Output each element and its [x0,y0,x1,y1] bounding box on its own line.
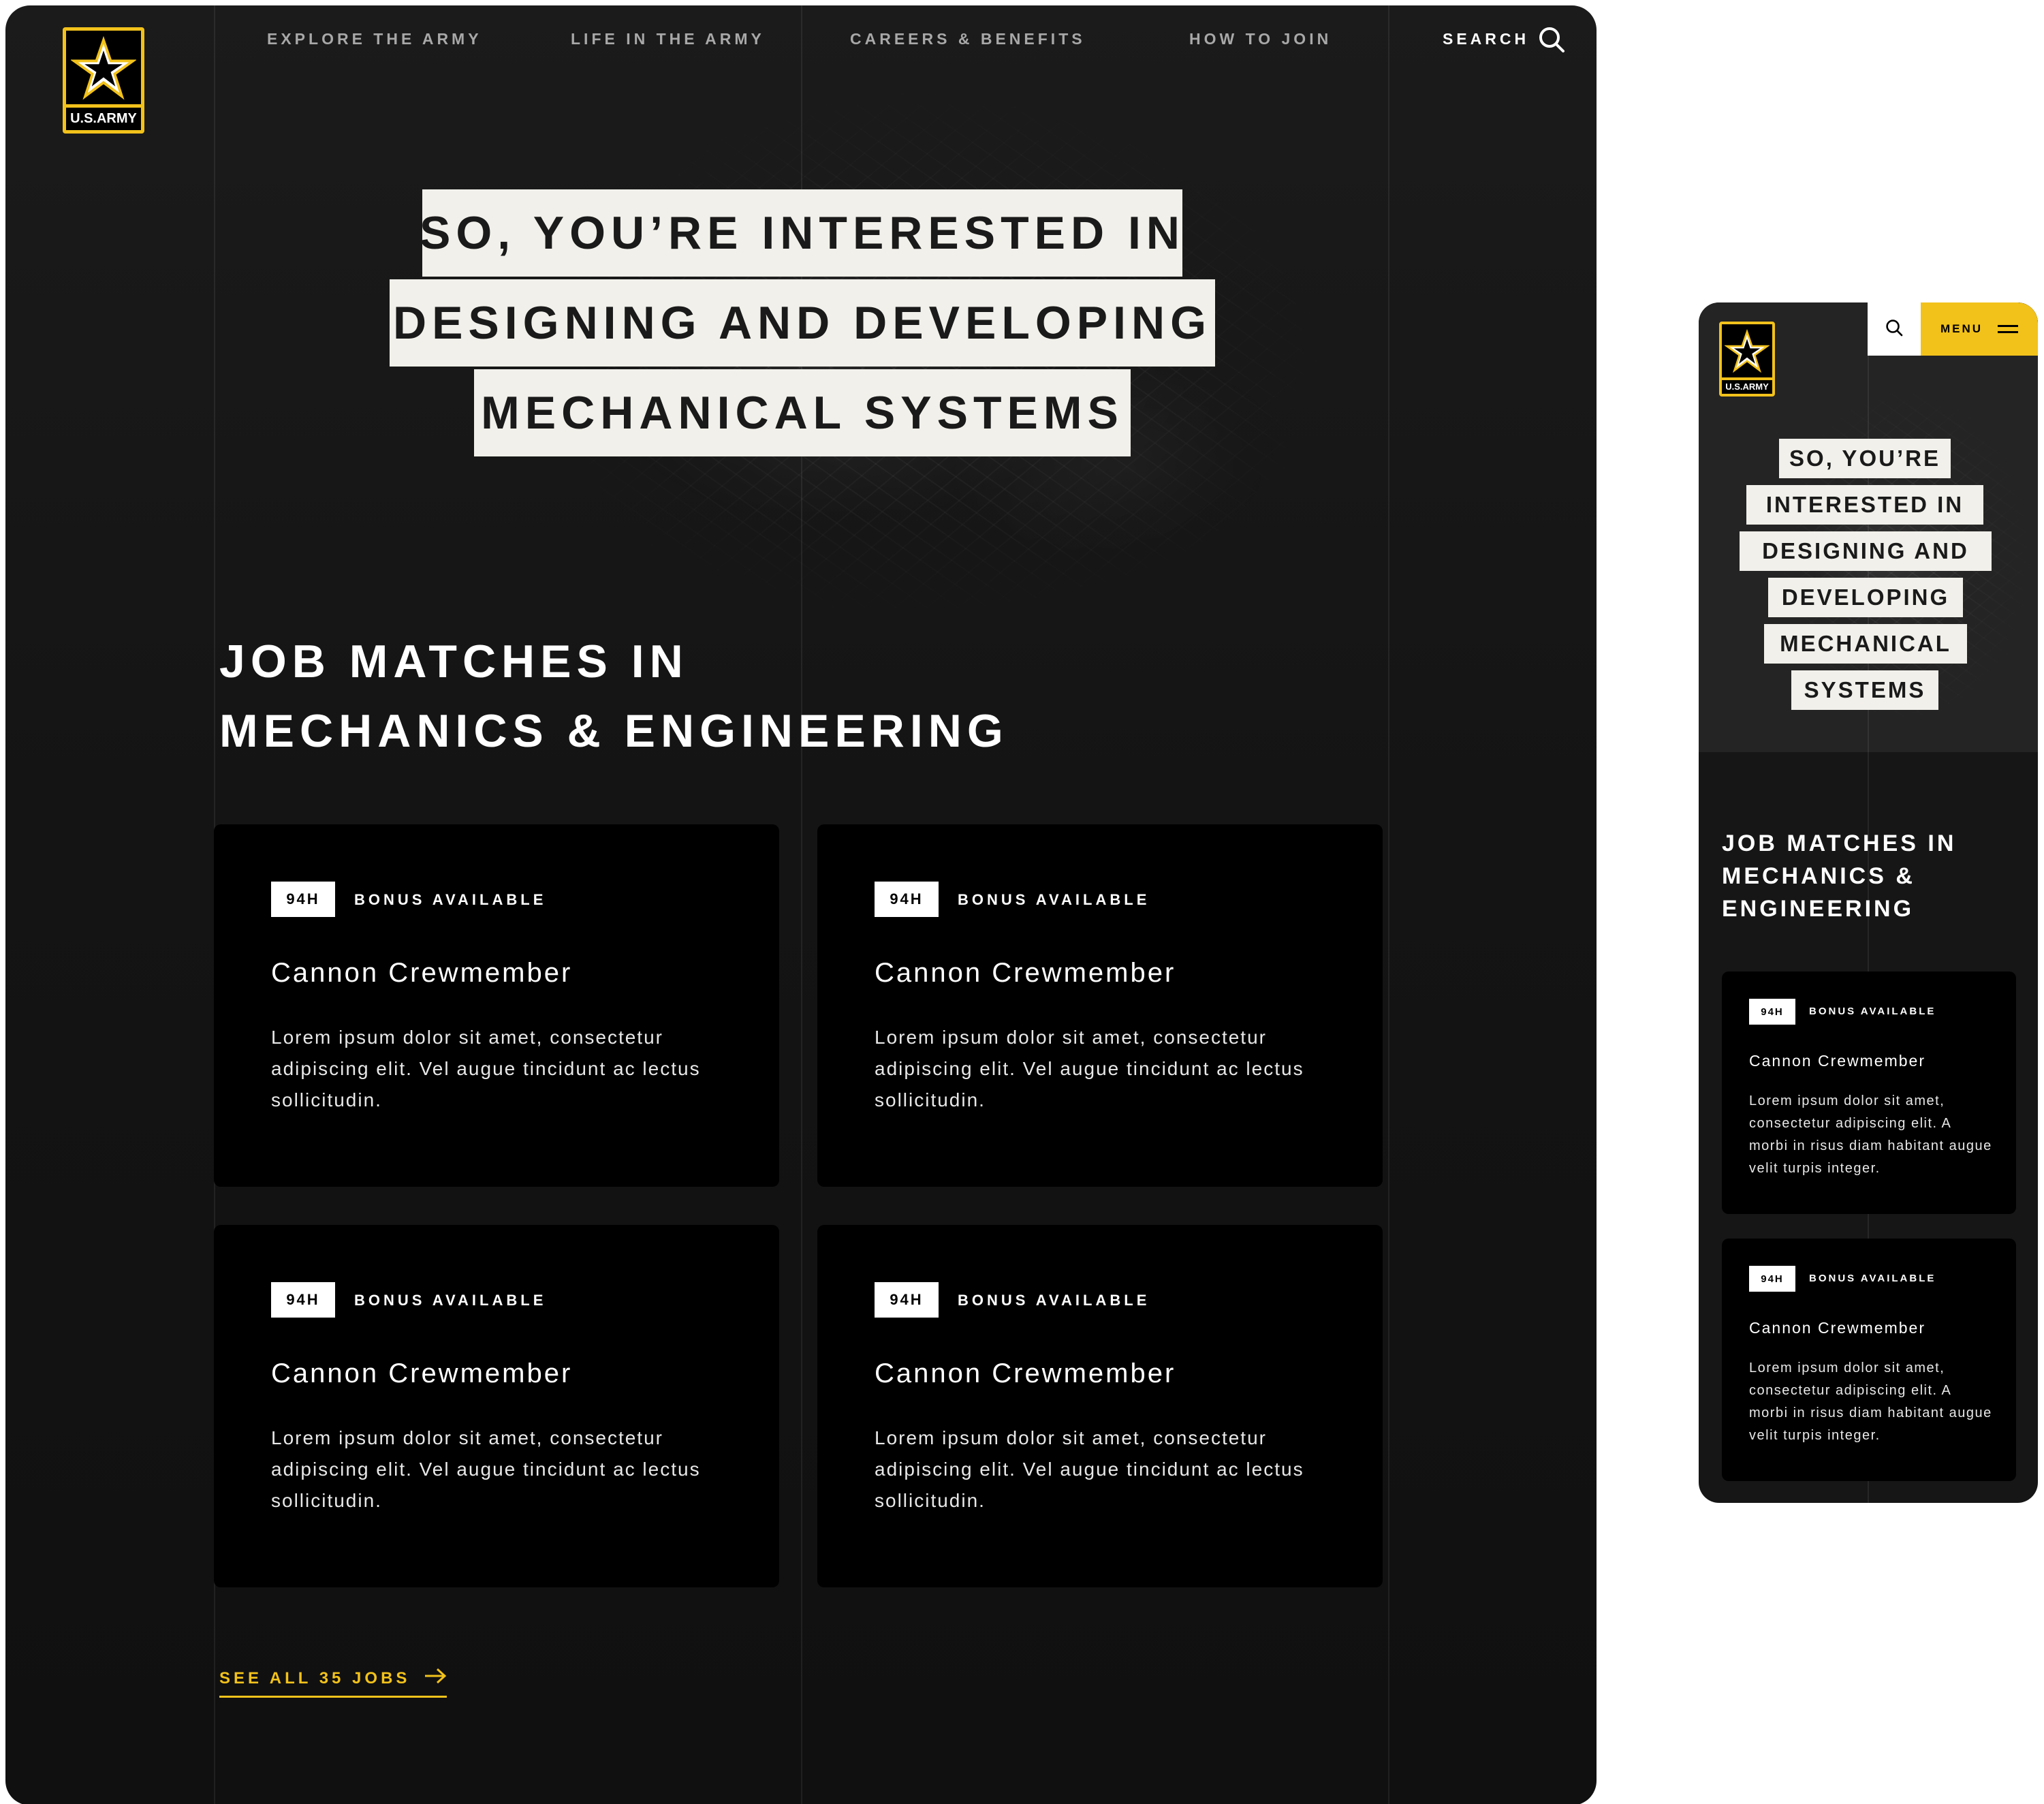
search-button[interactable] [1868,302,1921,356]
hero-headline-line: MECHANICAL SYSTEMS [474,369,1131,456]
army-logo[interactable]: U.S.ARMY [1719,322,1775,396]
search-icon[interactable] [1538,26,1565,57]
nav-how-to-join[interactable]: HOW TO JOIN [1189,30,1332,48]
menu-button[interactable]: MENU [1921,302,2038,356]
hero-headline-line: DEVELOPING [1768,578,1963,617]
menu-label: MENU [1940,322,1983,335]
job-code-badge: 94H [875,1282,939,1318]
job-card[interactable]: 94H BONUS AVAILABLE Cannon Crewmember Lo… [214,824,779,1187]
section-title: JOB MATCHES IN MECHANICS & ENGINEERING [219,627,1009,766]
bonus-label: BONUS AVAILABLE [1809,1273,1936,1284]
search-button[interactable]: SEARCH [1443,30,1529,48]
job-title: Cannon Crewmember [875,1358,1176,1388]
army-star-icon [66,31,141,107]
bonus-label: BONUS AVAILABLE [958,891,1150,908]
job-description: Lorem ipsum dolor sit amet, consectetur … [271,1427,701,1511]
hero-headline-line: DESIGNING AND DEVELOPING [390,279,1215,367]
desktop-page: U.S.ARMY EXPLORE THE ARMY LIFE IN THE AR… [5,5,1597,1804]
job-code-badge: 94H [1749,999,1795,1025]
bonus-label: BONUS AVAILABLE [958,1292,1150,1309]
see-all-jobs-link[interactable]: SEE ALL 35 JOBS [219,1668,447,1698]
job-card[interactable]: 94H BONUS AVAILABLE Cannon Crewmember Lo… [817,824,1383,1187]
see-all-jobs-label: SEE ALL 35 JOBS [219,1668,411,1688]
job-card[interactable]: 94H BONUS AVAILABLE Cannon Crewmember Lo… [1722,971,2016,1214]
menu-icon [1998,325,2019,333]
hero-headline-line: MECHANICAL [1764,624,1967,664]
army-logo[interactable]: U.S.ARMY [63,27,144,134]
army-wordmark: U.S.ARMY [1722,377,1772,394]
section-title: JOB MATCHES IN MECHANICS & ENGINEERING [1722,827,1956,925]
section-title-line: ENGINEERING [1722,896,1915,922]
job-title: Cannon Crewmember [1749,1319,1925,1337]
hero-headline-line: SYSTEMS [1791,670,1938,710]
hero-headline-line: DESIGNING AND [1740,531,1992,571]
mobile-page: U.S.ARMY MENU SO, YOU’RE INTERESTED IN D… [1699,302,2038,1503]
job-title: Cannon Crewmember [1749,1052,1925,1070]
job-card[interactable]: 94H BONUS AVAILABLE Cannon Crewmember Lo… [817,1225,1383,1587]
job-code-badge: 94H [1749,1266,1795,1292]
job-description: Lorem ipsum dolor sit amet, consectetur … [875,1427,1304,1511]
hero-headline-line: INTERESTED IN [1746,485,1983,525]
job-description: Lorem ipsum dolor sit amet, consectetur … [875,1027,1304,1110]
army-wordmark: U.S.ARMY [66,104,141,130]
nav-life-in-the-army[interactable]: LIFE IN THE ARMY [571,30,765,48]
hero-headline-line: SO, YOU’RE INTERESTED IN [420,189,1182,277]
arrow-right-icon [424,1668,447,1689]
job-card[interactable]: 94H BONUS AVAILABLE Cannon Crewmember Lo… [214,1225,779,1587]
job-title: Cannon Crewmember [875,958,1176,988]
job-description: Lorem ipsum dolor sit amet, consectetur … [1749,1093,1992,1176]
job-title: Cannon Crewmember [271,1358,573,1388]
section-title-line: JOB MATCHES IN [219,636,689,687]
job-code-badge: 94H [271,1282,335,1318]
job-title: Cannon Crewmember [271,958,573,988]
grid-line [1388,5,1389,1804]
hero-headline-line: SO, YOU’RE [1779,439,1951,478]
nav-careers-benefits[interactable]: CAREERS & BENEFITS [850,30,1086,48]
job-code-badge: 94H [271,882,335,917]
nav-explore-the-army[interactable]: EXPLORE THE ARMY [267,30,482,48]
job-code-badge: 94H [875,882,939,917]
bonus-label: BONUS AVAILABLE [354,891,547,908]
job-description: Lorem ipsum dolor sit amet, consectetur … [271,1027,701,1110]
army-star-icon [1722,324,1772,379]
section-title-line: MECHANICS & ENGINEERING [219,705,1009,757]
section-title-line: JOB MATCHES IN [1722,830,1957,856]
job-description: Lorem ipsum dolor sit amet, consectetur … [1749,1360,1992,1443]
bonus-label: BONUS AVAILABLE [1809,1006,1936,1017]
job-card[interactable]: 94H BONUS AVAILABLE Cannon Crewmember Lo… [1722,1239,2016,1481]
search-icon [1885,319,1903,340]
section-title-line: MECHANICS & [1722,863,1915,889]
bonus-label: BONUS AVAILABLE [354,1292,547,1309]
